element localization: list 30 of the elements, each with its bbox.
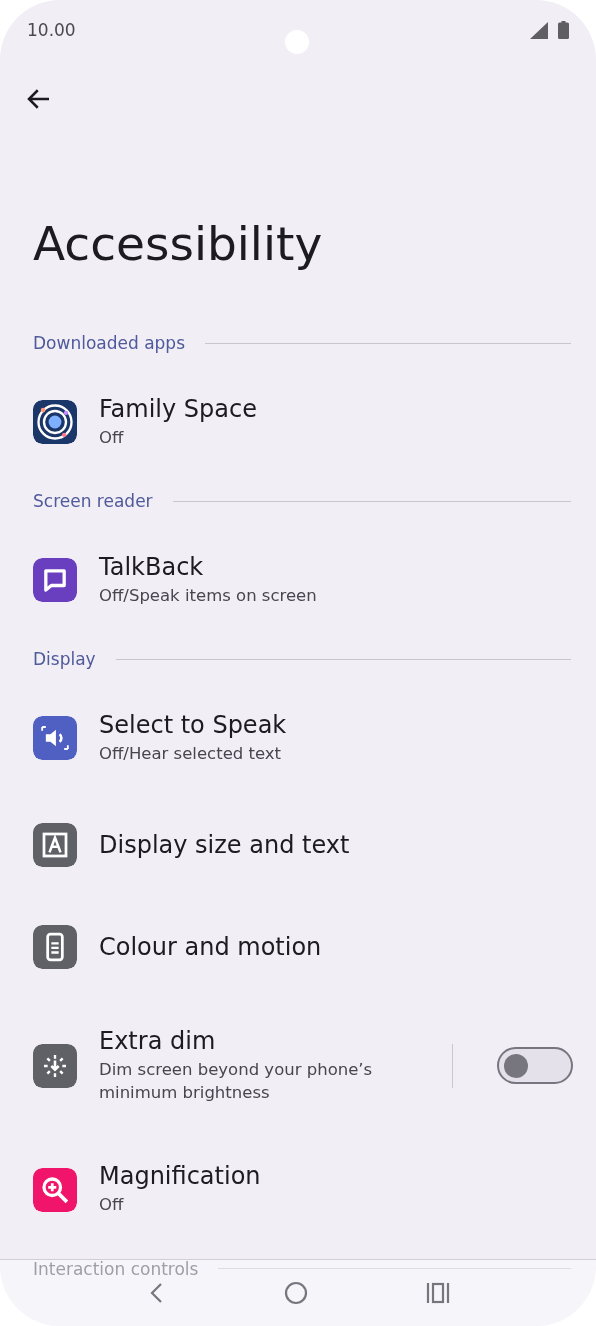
- item-title: Family Space: [99, 395, 258, 423]
- section-header: Downloaded apps: [33, 333, 185, 353]
- item-title: TalkBack: [99, 553, 205, 582]
- item-subtitle: Off: [99, 1194, 125, 1217]
- settings-item[interactable]: Magnification Off: [0, 1133, 596, 1246]
- settings-item[interactable]: Extra dim Dim screen beyond your phone’s minimum brightness: [0, 998, 596, 1134]
- item-title: Select to Speak: [99, 711, 288, 740]
- section-header: Screen reader: [33, 491, 153, 512]
- item-subtitle: Off/Hear selected text: [99, 743, 283, 766]
- battery-icon: [558, 21, 569, 39]
- status-time: 10.00: [27, 20, 76, 40]
- settings-item[interactable]: Select to Speak Off/Hear selected text: [0, 682, 596, 795]
- settings-item[interactable]: Family Space Off: [0, 366, 596, 479]
- toggle-switch[interactable]: [497, 1047, 573, 1085]
- section-header: Interaction controls: [33, 1258, 199, 1279]
- section-header: Display: [33, 649, 96, 670]
- item-title: Display size and text: [99, 831, 351, 860]
- settings-item[interactable]: Display size and text: [0, 794, 596, 897]
- settings-item[interactable]: Colour and motion: [0, 896, 596, 999]
- page-title: Accessibility: [33, 216, 323, 271]
- item-subtitle: Dim screen beyond your phone’s minimum brightness: [99, 1059, 374, 1105]
- signal-icon: [530, 21, 548, 39]
- item-subtitle: Off/Speak items on screen: [99, 585, 318, 608]
- item-title: Colour and motion: [99, 933, 323, 962]
- item-subtitle: Off: [99, 427, 125, 449]
- home-nav-icon[interactable]: [284, 1281, 308, 1305]
- item-title: Magnification: [99, 1162, 262, 1191]
- item-title: Extra dim: [99, 1027, 217, 1056]
- recents-nav-icon[interactable]: [426, 1282, 450, 1304]
- settings-item[interactable]: TalkBack Off/Speak items on screen: [0, 524, 596, 637]
